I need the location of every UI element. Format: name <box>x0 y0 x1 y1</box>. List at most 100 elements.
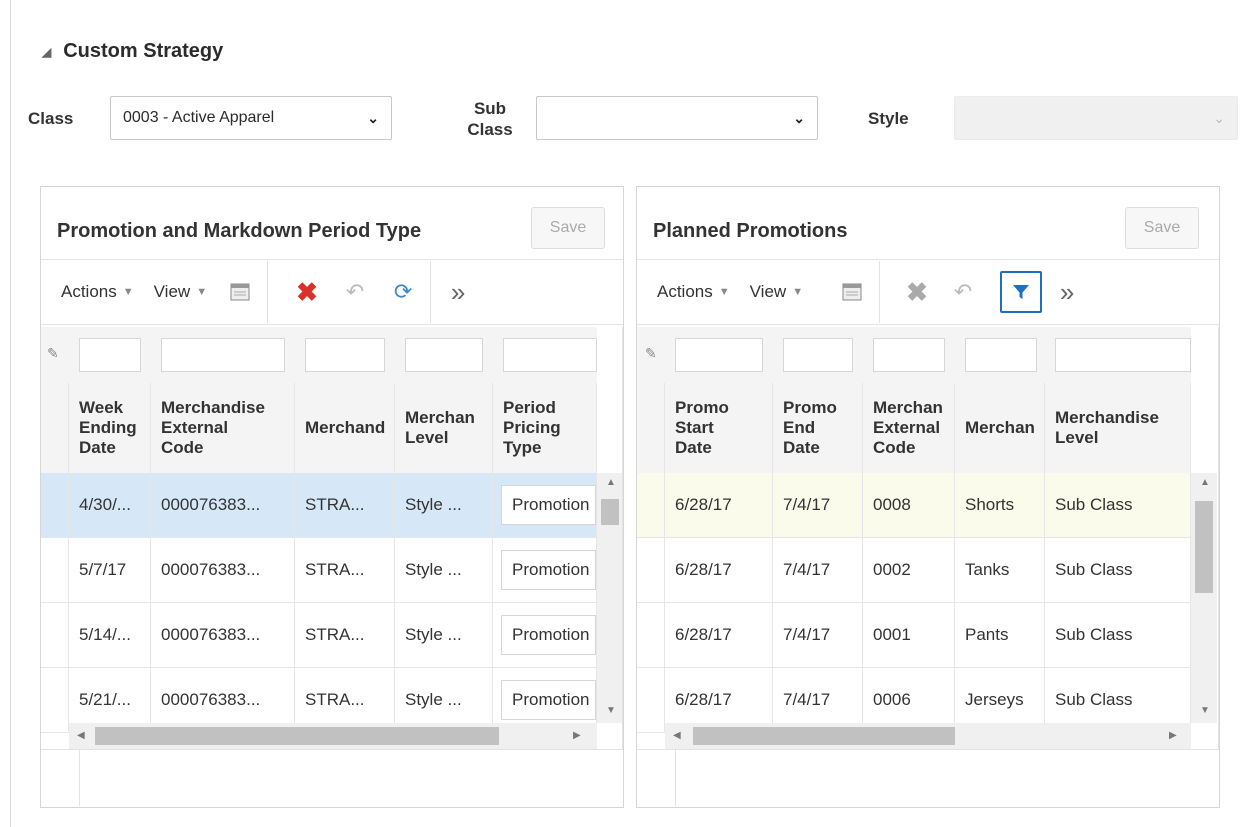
pricing-type-input[interactable]: Promotion <box>501 615 596 655</box>
save-button[interactable]: Save <box>1125 207 1199 249</box>
scroll-right-icon[interactable]: ▶ <box>573 730 581 741</box>
clear-filter-icon[interactable]: ✎ <box>645 345 657 362</box>
column-header[interactable]: Merchan External Code <box>863 383 955 473</box>
row-header <box>637 473 665 537</box>
undo-icon[interactable]: ↶ <box>946 275 980 309</box>
panel-title: Planned Promotions <box>653 220 848 242</box>
scroll-up-icon[interactable]: ▲ <box>606 477 616 488</box>
more-icon[interactable]: » <box>1050 275 1084 309</box>
column-header[interactable]: Promo End Date <box>773 383 863 473</box>
pricing-type-input[interactable]: Promotion <box>501 680 596 720</box>
row-header <box>41 473 69 537</box>
view-menu[interactable]: View ▼ <box>740 282 813 302</box>
subclass-select[interactable]: ⌄ <box>536 96 818 140</box>
table-cell: 4/30/... <box>69 473 151 537</box>
horizontal-scrollbar[interactable]: ◀ ▶ <box>69 723 597 749</box>
table-cell: Style ... <box>395 538 493 602</box>
table-row[interactable]: 5/7/17 000076383... STRA... Style ... Pr… <box>41 538 597 603</box>
row-header <box>41 538 69 602</box>
delete-icon[interactable]: ✖ <box>290 275 324 309</box>
filter-icon[interactable] <box>1000 271 1043 313</box>
filter-input[interactable] <box>503 338 597 372</box>
horizontal-scrollbar[interactable]: ◀ ▶ <box>665 723 1191 749</box>
detach-icon[interactable] <box>223 275 257 309</box>
filter-input[interactable] <box>675 338 763 372</box>
table-cell: Promotion <box>493 538 597 602</box>
refresh-icon[interactable]: ⟳ <box>386 275 420 309</box>
scroll-left-icon[interactable]: ◀ <box>77 730 85 741</box>
table-cell: 5/7/17 <box>69 538 151 602</box>
column-header[interactable]: Merchand <box>295 383 395 473</box>
actions-menu[interactable]: Actions ▼ <box>41 282 144 302</box>
column-header-line: Merchan <box>873 398 943 417</box>
table-row[interactable]: 5/14/... 000076383... STRA... Style ... … <box>41 603 597 668</box>
panel-title: Promotion and Markdown Period Type <box>57 220 422 242</box>
table-cell: 5/14/... <box>69 603 151 667</box>
column-header-line: Code <box>873 438 916 457</box>
scroll-thumb[interactable] <box>693 727 955 745</box>
scroll-thumb[interactable] <box>1195 501 1213 593</box>
toolbar: Actions ▼ View ▼ ✖ ↶ » <box>637 259 1219 325</box>
table-cell: 000076383... <box>151 603 295 667</box>
row-header <box>637 538 665 602</box>
vertical-scrollbar[interactable]: ▲ ▼ <box>597 473 622 723</box>
save-button[interactable]: Save <box>531 207 605 249</box>
column-header[interactable]: Merchandise Level <box>1045 383 1191 473</box>
pricing-type-input[interactable]: Promotion <box>501 550 596 590</box>
filter-input[interactable] <box>873 338 945 372</box>
scroll-thumb[interactable] <box>95 727 499 745</box>
delete-icon[interactable]: ✖ <box>900 275 934 309</box>
scroll-thumb[interactable] <box>601 499 619 525</box>
column-header-line: Ending <box>79 418 137 437</box>
class-select[interactable]: 0003 - Active Apparel ⌄ <box>110 96 392 140</box>
subclass-label-line1: Sub <box>473 99 507 118</box>
column-header-line: Date <box>675 438 712 457</box>
table-row[interactable]: 4/30/... 000076383... STRA... Style ... … <box>41 473 597 538</box>
scroll-down-icon[interactable]: ▼ <box>606 705 616 716</box>
clear-filter-icon[interactable]: ✎ <box>47 345 59 362</box>
table-cell: Sub Class <box>1045 473 1191 537</box>
footer-divider <box>675 750 676 806</box>
toolbar: Actions ▼ View ▼ ✖ ↶ ⟳ » <box>41 259 623 325</box>
scroll-left-icon[interactable]: ◀ <box>673 730 681 741</box>
filter-input[interactable] <box>1055 338 1191 372</box>
filter-input[interactable] <box>305 338 385 372</box>
column-header[interactable]: Merchandise External Code <box>151 383 295 473</box>
filter-input[interactable] <box>161 338 285 372</box>
column-header-row: Week Ending Date Merchandise External Code M… <box>41 383 597 474</box>
table-cell: 0001 <box>863 603 955 667</box>
column-header[interactable]: Week Ending Date <box>69 383 151 473</box>
column-header-line: Merchand <box>305 418 386 437</box>
view-label: View <box>749 282 787 301</box>
collapse-triangle-icon[interactable]: ◢ <box>42 45 51 59</box>
actions-menu[interactable]: Actions ▼ <box>637 282 740 302</box>
column-header[interactable]: Merchan <box>955 383 1045 473</box>
table-row[interactable]: 6/28/17 7/4/17 0008 Shorts Sub Class <box>637 473 1191 538</box>
scroll-up-icon[interactable]: ▲ <box>1200 477 1210 488</box>
scroll-right-icon[interactable]: ▶ <box>1169 730 1177 741</box>
scroll-down-icon[interactable]: ▼ <box>1200 705 1210 716</box>
column-header-line: Code <box>161 438 204 457</box>
filter-input[interactable] <box>79 338 141 372</box>
section-header[interactable]: ◢ Custom Strategy <box>42 40 223 63</box>
style-select[interactable]: ⌄ <box>954 96 1238 140</box>
undo-icon[interactable]: ↶ <box>338 275 372 309</box>
style-label: Style <box>868 109 909 128</box>
table-cell: Sub Class <box>1045 603 1191 667</box>
view-menu[interactable]: View ▼ <box>144 282 217 302</box>
vertical-scrollbar[interactable]: ▲ ▼ <box>1191 473 1217 723</box>
table-row[interactable]: 6/28/17 7/4/17 0001 Pants Sub Class <box>637 603 1191 668</box>
pricing-type-input[interactable]: Promotion <box>501 485 596 525</box>
column-header-line: Merchandise <box>1055 408 1159 427</box>
table-cell: 7/4/17 <box>773 538 863 602</box>
filter-input[interactable] <box>783 338 853 372</box>
column-header[interactable]: Period Pricing Type <box>493 383 597 473</box>
filter-input[interactable] <box>965 338 1037 372</box>
filter-input[interactable] <box>405 338 483 372</box>
column-header[interactable]: Promo Start Date <box>665 383 773 473</box>
table-row[interactable]: 6/28/17 7/4/17 0002 Tanks Sub Class <box>637 538 1191 603</box>
table-cell: Style ... <box>395 603 493 667</box>
column-header[interactable]: Merchan Level <box>395 383 493 473</box>
more-icon[interactable]: » <box>441 275 475 309</box>
detach-icon[interactable] <box>835 275 869 309</box>
